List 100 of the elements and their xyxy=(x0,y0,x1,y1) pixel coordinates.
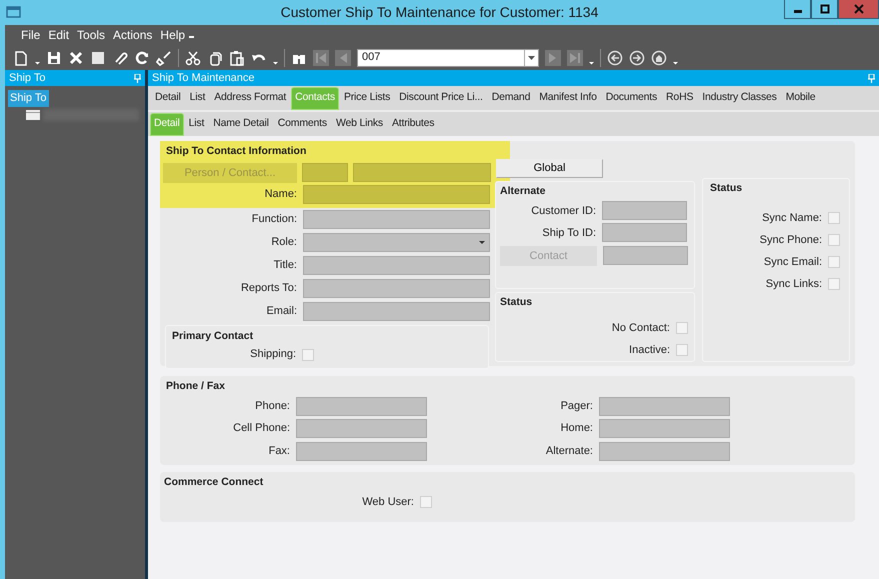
input-field[interactable] xyxy=(302,163,348,182)
tab[interactable]: Industry Classes xyxy=(698,87,781,110)
field-label: Shipping: xyxy=(249,347,296,362)
scissors-icon[interactable] xyxy=(185,50,201,66)
tab[interactable]: Price Lists xyxy=(340,87,394,110)
field-label: Email: xyxy=(265,304,297,319)
field-label: Pager: xyxy=(560,398,593,414)
field-label: Function: xyxy=(250,212,297,227)
window-title: Customer Ship To Maintenance for Customer: 1134 xyxy=(280,3,598,22)
field-label: Web User: xyxy=(361,494,414,510)
brush-icon[interactable] xyxy=(156,50,172,66)
sub-tab[interactable]: Web Links xyxy=(332,113,387,136)
record-combo[interactable]: 007 xyxy=(357,48,539,66)
checkbox[interactable] xyxy=(828,256,840,268)
save-icon[interactable] xyxy=(46,50,62,66)
field-label: Home: xyxy=(560,421,593,436)
field-label: Sync Name: xyxy=(761,210,822,226)
tab[interactable]: Address Format xyxy=(210,87,290,110)
checkbox[interactable] xyxy=(302,348,314,360)
menu-item[interactable]: File xyxy=(17,26,44,44)
forward-icon[interactable] xyxy=(629,50,645,66)
input-field[interactable] xyxy=(303,302,490,321)
close-icon xyxy=(854,4,864,14)
input-field[interactable] xyxy=(296,442,427,460)
checkbox[interactable] xyxy=(828,278,840,290)
menu-item[interactable]: Help xyxy=(156,26,190,44)
field-label: Customer ID: xyxy=(530,204,596,218)
record-value: 007 xyxy=(362,50,380,66)
input-field[interactable] xyxy=(602,201,687,220)
refresh-icon[interactable] xyxy=(134,50,150,66)
field-label: Phone: xyxy=(254,398,290,414)
tab[interactable]: Mobile xyxy=(782,87,820,110)
checkbox[interactable] xyxy=(676,344,688,356)
input-field[interactable] xyxy=(602,223,687,242)
dropdown-caret-icon xyxy=(528,56,535,60)
input-field[interactable] xyxy=(599,442,730,460)
new-document-icon[interactable] xyxy=(13,50,29,66)
field-label: Sync Email: xyxy=(762,254,822,270)
pin-icon[interactable] xyxy=(134,74,141,82)
checkbox[interactable] xyxy=(420,496,432,508)
toolbar-separator xyxy=(178,48,179,66)
input-field[interactable] xyxy=(296,419,427,438)
panel-title: Ship To xyxy=(9,70,46,86)
field-label: Ship To ID: xyxy=(541,226,596,240)
field-label: Alternate: xyxy=(544,444,593,459)
field-label: Name: xyxy=(264,187,297,202)
input-field[interactable] xyxy=(603,246,688,266)
sub-tab[interactable]: Name Detail xyxy=(209,113,273,136)
field-label: Title: xyxy=(272,258,297,273)
tab[interactable]: List xyxy=(186,87,210,110)
field-label: Sync Phone: xyxy=(758,232,822,248)
panel-title: Ship To Maintenance xyxy=(152,70,255,86)
paste-icon[interactable] xyxy=(229,50,245,66)
checkbox[interactable] xyxy=(828,234,840,246)
square-icon[interactable] xyxy=(90,50,106,66)
input-field[interactable] xyxy=(599,419,730,438)
app-icon xyxy=(6,6,21,18)
checkbox[interactable] xyxy=(676,322,688,334)
input-field[interactable] xyxy=(303,210,490,229)
input-field[interactable] xyxy=(303,256,490,275)
checkbox[interactable] xyxy=(828,212,840,224)
pin-icon[interactable] xyxy=(868,74,875,82)
sub-tab[interactable]: Attributes xyxy=(388,113,438,136)
input-field[interactable] xyxy=(303,184,490,204)
toolbar-separator xyxy=(284,48,285,66)
input-field[interactable] xyxy=(599,396,730,416)
section-title: Phone / Fax xyxy=(166,379,226,394)
input-field[interactable] xyxy=(303,278,490,298)
last-record-icon[interactable] xyxy=(567,50,583,66)
menu-item[interactable]: Actions xyxy=(109,26,156,44)
tab[interactable]: RoHS xyxy=(662,87,698,110)
maximize-icon xyxy=(820,4,830,14)
menu-item[interactable]: Edit xyxy=(44,26,74,44)
field-label: Sync Links: xyxy=(764,276,822,292)
tab[interactable]: Discount Price Li... xyxy=(395,87,487,110)
menu-item[interactable]: Tools xyxy=(73,26,110,44)
minimize-button[interactable] xyxy=(784,0,811,19)
tab[interactable]: Demand xyxy=(488,87,534,110)
dropdown-field[interactable] xyxy=(303,232,490,252)
back-icon[interactable] xyxy=(607,50,623,66)
section-title: Status xyxy=(500,295,534,310)
next-record-icon[interactable] xyxy=(545,50,561,66)
tab[interactable]: Detail xyxy=(151,87,185,110)
global-button[interactable]: Global xyxy=(496,159,603,178)
section-title: Status xyxy=(710,181,744,196)
input-field[interactable] xyxy=(296,396,427,416)
close-button[interactable] xyxy=(838,0,879,19)
previous-record-icon[interactable] xyxy=(335,50,351,66)
sub-tab[interactable]: List xyxy=(184,113,208,136)
dropdown-caret-icon xyxy=(479,240,485,244)
delete-icon[interactable] xyxy=(68,50,84,66)
first-record-icon[interactable] xyxy=(313,50,329,66)
sub-tab[interactable]: Comments xyxy=(274,113,331,136)
maximize-button[interactable] xyxy=(811,0,838,19)
input-field[interactable] xyxy=(353,163,491,182)
field-label: Role: xyxy=(270,235,297,250)
field-label: No Contact: xyxy=(610,320,670,336)
tab[interactable]: Documents xyxy=(602,87,662,110)
home-icon[interactable] xyxy=(651,50,667,66)
tab[interactable]: Manifest Info xyxy=(535,87,601,110)
